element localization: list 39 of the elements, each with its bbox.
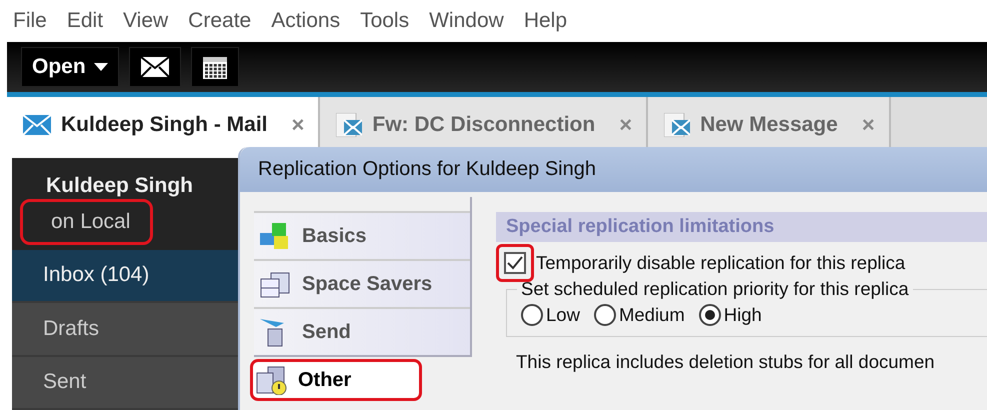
menu-item[interactable]: Actions — [271, 9, 340, 33]
radio-button[interactable] — [521, 304, 543, 326]
menu-item[interactable]: Edit — [66, 9, 104, 33]
radio-button[interactable] — [698, 304, 721, 326]
tab-label: Fw: DC Disconnection — [372, 112, 596, 136]
calendar-button[interactable] — [190, 47, 239, 87]
priority-radio[interactable]: Low — [521, 304, 580, 326]
priority-radio[interactable]: High — [698, 304, 762, 326]
checkbox[interactable] — [504, 252, 526, 274]
mail-button[interactable] — [128, 47, 181, 87]
priority-radio[interactable]: Medium — [594, 304, 685, 326]
envelope-icon — [23, 114, 51, 134]
menu-item[interactable]: View — [123, 9, 168, 33]
menu-item[interactable]: Help — [524, 9, 568, 33]
mailbox-location: on Local — [20, 198, 154, 245]
open-button[interactable]: Open — [21, 47, 119, 87]
calendar-icon — [202, 54, 228, 80]
menu-item[interactable]: Tools — [360, 9, 410, 33]
radio-button[interactable] — [594, 304, 616, 326]
stubs-note: This replica includes deletion stubs for all documen — [516, 351, 936, 373]
nav-item[interactable]: Basics — [254, 211, 470, 259]
dialog-title: Replication Options for Kuldeep Singh — [240, 147, 987, 192]
memo-icon — [664, 112, 690, 136]
database-warning-icon — [254, 365, 288, 395]
envelope-icon — [140, 56, 170, 78]
tab-label: Kuldeep Singh - Mail — [61, 112, 268, 136]
memo-icon — [336, 112, 362, 136]
menu-item[interactable]: Create — [188, 9, 252, 33]
section-header: Special replication limitations — [496, 212, 987, 242]
nav-item[interactable]: Space Savers — [254, 259, 470, 307]
menu-item[interactable]: Window — [429, 9, 504, 33]
checkmark-icon — [507, 256, 523, 270]
document-tab[interactable]: Kuldeep Singh - Mail × — [7, 97, 320, 152]
nav-item[interactable]: Send — [254, 307, 470, 355]
caret-icon — [94, 63, 108, 71]
close-icon[interactable]: × — [292, 112, 304, 138]
menu-item[interactable]: File — [13, 9, 47, 33]
nav-item[interactable]: Other — [250, 359, 422, 401]
tab-label: New Message — [700, 112, 838, 136]
